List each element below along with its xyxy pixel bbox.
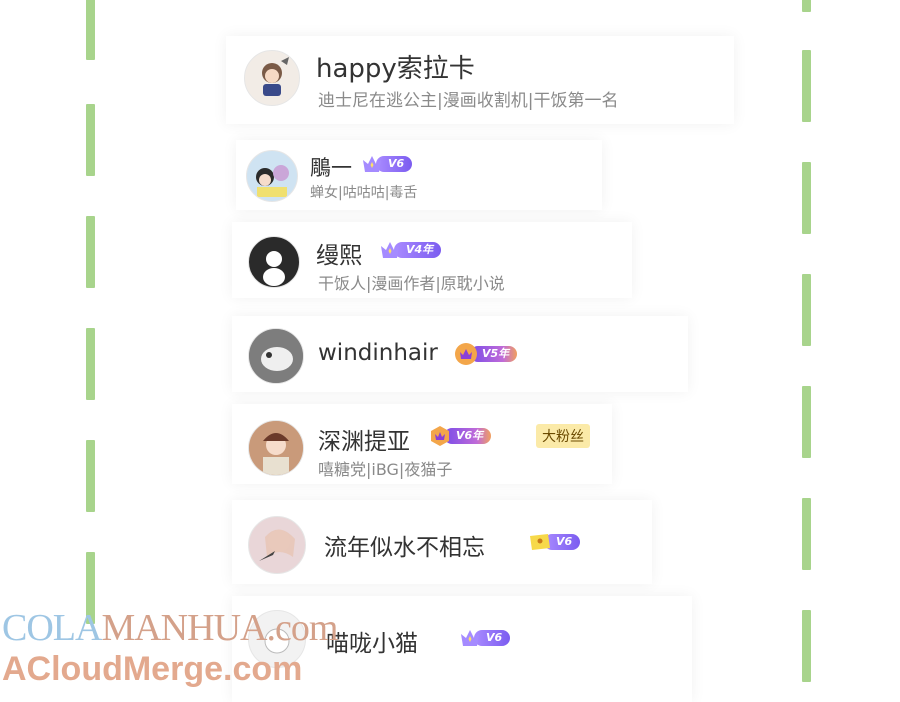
vip-badge: V5年 <box>454 343 518 365</box>
rail-dash <box>86 328 95 400</box>
vip-badge: V6 <box>360 154 413 174</box>
username[interactable]: 缦熙 <box>316 236 362 270</box>
watermark-acloudmerge: ACloudMerge.com <box>2 650 303 688</box>
username[interactable]: 深渊提亚 <box>318 422 410 456</box>
vip-badge: V6年 <box>428 426 492 446</box>
vip-badge: V4年 <box>378 240 442 260</box>
username[interactable]: windinhair <box>318 340 438 366</box>
user-card[interactable]: windinhair V5年 <box>232 316 688 392</box>
anime-avatar-icon[interactable] <box>244 50 300 106</box>
default-avatar-icon[interactable] <box>248 236 300 288</box>
rail-dash <box>802 274 811 346</box>
right-dashed-rail <box>802 0 811 702</box>
username[interactable]: 流年似水不相忘 <box>324 528 485 562</box>
user-bio: 干饭人|漫画作者|原耽小说 <box>318 274 505 293</box>
crown-icon <box>530 534 550 550</box>
user-card[interactable]: 深渊提亚 V6年 大粉丝 嘻糖党|iBG|夜猫子 <box>232 404 612 484</box>
crown-icon <box>455 343 477 365</box>
left-dashed-rail <box>86 0 95 702</box>
rail-dash <box>802 498 811 570</box>
vip-badge: V6 <box>458 628 511 648</box>
rail-dash <box>86 104 95 176</box>
photo-avatar-icon[interactable] <box>248 328 304 384</box>
rail-dash <box>802 610 811 682</box>
anime-avatar-icon[interactable] <box>248 516 306 574</box>
rail-dash <box>86 216 95 288</box>
user-card[interactable]: 流年似水不相忘 V6 <box>232 500 652 584</box>
rail-dash <box>802 50 811 122</box>
rail-dash <box>86 0 95 60</box>
username[interactable]: 喵咙小猫 <box>326 624 418 658</box>
username[interactable]: 鵰一 <box>310 152 352 182</box>
crown-icon <box>381 242 399 258</box>
user-card[interactable]: happy索拉卡 迪士尼在逃公主|漫画收割机|干饭第一名 <box>226 36 734 124</box>
crown-icon <box>431 426 449 446</box>
anime-avatar-icon[interactable] <box>246 150 298 202</box>
user-card[interactable]: 鵰一 V6 蝉女|咕咕咕|毒舌 <box>236 140 602 210</box>
fan-tag: 大粉丝 <box>536 424 590 448</box>
watermark-colamanhua: COLAMANHUA.com <box>2 607 338 649</box>
anime-avatar-icon[interactable] <box>248 420 304 476</box>
user-bio: 迪士尼在逃公主|漫画收割机|干饭第一名 <box>318 91 619 111</box>
rail-dash <box>802 0 811 12</box>
vip-badge: V6 <box>528 532 581 552</box>
rail-dash <box>802 162 811 234</box>
user-bio: 蝉女|咕咕咕|毒舌 <box>310 185 418 201</box>
rail-dash <box>86 440 95 512</box>
crown-icon <box>363 156 381 172</box>
crown-icon <box>461 630 479 646</box>
username[interactable]: happy索拉卡 <box>316 48 475 85</box>
user-bio: 嘻糖党|iBG|夜猫子 <box>318 460 453 479</box>
rail-dash <box>802 386 811 458</box>
user-card[interactable]: 缦熙 V4年 干饭人|漫画作者|原耽小说 <box>232 222 632 298</box>
